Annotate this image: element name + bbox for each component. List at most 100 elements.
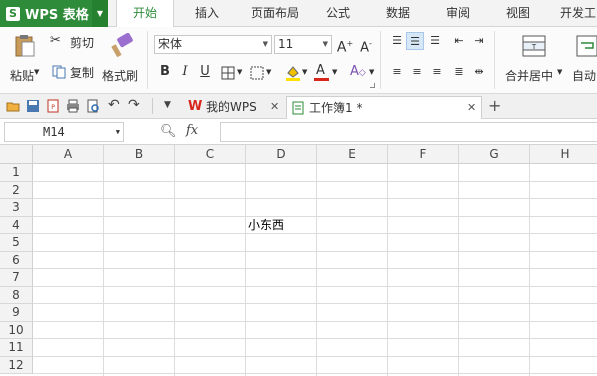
format-painter-label: 格式刷 <box>102 69 139 83</box>
select-all-corner[interactable] <box>0 145 33 164</box>
tab-review[interactable]: 审阅 <box>436 0 480 27</box>
open-folder-icon[interactable] <box>6 99 20 113</box>
tab-view[interactable]: 视图 <box>496 0 540 27</box>
close-icon[interactable]: ✕ <box>467 97 476 119</box>
cut-button[interactable]: ✂ 剪切 <box>50 33 100 51</box>
grid-row-line <box>33 180 597 182</box>
grid-column-line <box>316 164 317 376</box>
print-icon[interactable] <box>66 99 80 113</box>
zoom-search-icon[interactable]: 🔍︎ <box>160 124 177 139</box>
undo-icon[interactable]: ↶ <box>108 97 120 113</box>
merge-center-button[interactable]: T 合并居中 ▼ <box>500 31 570 87</box>
merge-cells-icon[interactable] <box>250 66 264 80</box>
spreadsheet-grid[interactable]: ABCDEFGH 1 2 3 4 5 6 7 8 9 10 11 12 小东西 <box>0 145 597 376</box>
align-center-icon[interactable]: ≡ <box>408 63 426 81</box>
align-top-icon[interactable]: ☰ <box>388 32 406 50</box>
chevron-down-icon[interactable]: ▼ <box>237 68 242 76</box>
row-header-9[interactable]: 9 <box>0 304 33 322</box>
tab-formulas[interactable]: 公式 <box>316 0 360 27</box>
align-right-icon[interactable]: ≡ <box>428 63 446 81</box>
chevron-down-icon: ▼ <box>557 68 563 76</box>
doc-tab-workbook1[interactable]: 工作簿1 * ✕ <box>286 96 482 119</box>
tab-data[interactable]: 数据 <box>376 0 420 27</box>
format-painter-button[interactable]: 格式刷 <box>102 31 142 87</box>
app-title: WPS 表格 <box>25 8 89 23</box>
chevron-down-icon: ▼ <box>262 40 268 48</box>
row-header-6[interactable]: 6 <box>0 251 33 269</box>
align-left-icon[interactable]: ≡ <box>388 63 406 81</box>
decrease-font-icon[interactable]: A- <box>357 35 375 55</box>
export-pdf-icon[interactable]: P <box>46 99 60 113</box>
wrap-text-icon <box>576 35 597 57</box>
column-header-C[interactable]: C <box>175 145 246 164</box>
quick-access-bar: P ↶ ↷ ▼ W 我的WPS ✕ 工作簿1 * ✕ + <box>0 94 597 119</box>
font-size-select[interactable]: 11 ▼ <box>274 35 332 54</box>
fx-icon[interactable]: fx <box>186 123 198 138</box>
decrease-indent-icon[interactable]: ⇤ <box>450 32 468 50</box>
row-header-4[interactable]: 4 <box>0 216 33 234</box>
row-header-2[interactable]: 2 <box>0 181 33 199</box>
align-middle-icon[interactable]: ☰ <box>406 32 424 50</box>
align-bottom-icon[interactable]: ☰ <box>426 32 444 50</box>
column-header-H[interactable]: H <box>530 145 597 164</box>
column-header-E[interactable]: E <box>317 145 388 164</box>
tab-insert[interactable]: 插入 <box>182 0 232 27</box>
font-name-select[interactable]: 宋体 ▼ <box>154 35 272 54</box>
tab-home[interactable]: 开始 <box>116 0 174 28</box>
increase-font-icon[interactable]: A+ <box>336 35 354 56</box>
font-color-swatch <box>314 78 329 81</box>
chevron-down-icon[interactable]: ▼ <box>266 68 271 76</box>
customize-dropdown-icon[interactable]: ▼ <box>164 100 171 110</box>
row-header-1[interactable]: 1 <box>0 164 33 182</box>
clipboard-icon <box>15 35 35 57</box>
row-header-12[interactable]: 12 <box>0 356 33 374</box>
column-header-B[interactable]: B <box>104 145 175 164</box>
formula-input[interactable] <box>220 122 597 142</box>
distribute-icon[interactable]: ⇹ <box>470 63 488 81</box>
save-icon[interactable] <box>26 99 40 113</box>
row-header-3[interactable]: 3 <box>0 199 33 217</box>
doc-tab-label: 工作簿1 * <box>309 101 363 115</box>
row-header-10[interactable]: 10 <box>0 321 33 339</box>
paste-button[interactable]: 粘贴 ▼ <box>6 31 42 87</box>
doc-tab-my-wps[interactable]: W 我的WPS ✕ <box>184 96 284 119</box>
border-icon[interactable] <box>221 66 235 80</box>
new-tab-plus-icon[interactable]: + <box>488 96 501 115</box>
grid-row-line <box>33 268 597 269</box>
column-header-A[interactable]: A <box>33 145 104 164</box>
bold-button[interactable]: B <box>156 63 174 81</box>
column-header-G[interactable]: G <box>459 145 530 164</box>
tab-page-layout[interactable]: 页面布局 <box>240 0 310 27</box>
redo-icon[interactable]: ↷ <box>128 97 140 113</box>
paste-dropdown-icon: ▼ <box>34 68 40 76</box>
app-menu-button[interactable]: S WPS 表格 ▼ <box>0 0 108 27</box>
row-header-7[interactable]: 7 <box>0 269 33 287</box>
column-header-D[interactable]: D <box>246 145 317 164</box>
print-preview-icon[interactable] <box>86 99 100 113</box>
cell-D4[interactable]: 小东西 <box>248 216 284 233</box>
chevron-down-icon[interactable]: ▼ <box>332 68 337 76</box>
font-color-button[interactable]: A <box>314 63 330 83</box>
font-settings-corner-icon[interactable] <box>370 83 375 88</box>
name-box[interactable]: M14 ▼ <box>4 122 124 142</box>
grid-column-line <box>245 164 246 376</box>
ribbon-divider <box>380 31 381 89</box>
row-header-11[interactable]: 11 <box>0 339 33 357</box>
fill-color-icon[interactable] <box>285 64 301 82</box>
italic-button[interactable]: I <box>176 63 194 81</box>
row-header-5[interactable]: 5 <box>0 234 33 252</box>
copy-button[interactable]: 复制 <box>50 63 100 81</box>
close-icon[interactable]: ✕ <box>270 96 279 118</box>
chevron-down-icon[interactable]: ▼ <box>302 68 307 76</box>
tab-developer[interactable]: 开发工 <box>556 0 597 27</box>
auto-wrap-button[interactable]: 自动 <box>572 31 597 87</box>
cut-label: 剪切 <box>70 36 95 50</box>
justify-icon[interactable]: ≣ <box>450 63 468 81</box>
clear-format-icon[interactable]: A◇ <box>350 64 366 79</box>
increase-indent-icon[interactable]: ⇥ <box>470 32 488 50</box>
chevron-down-icon[interactable]: ▼ <box>369 68 374 76</box>
app-dropdown-icon[interactable]: ▼ <box>92 0 108 27</box>
column-header-F[interactable]: F <box>388 145 459 164</box>
underline-button[interactable]: U <box>196 63 214 81</box>
row-header-8[interactable]: 8 <box>0 286 33 304</box>
